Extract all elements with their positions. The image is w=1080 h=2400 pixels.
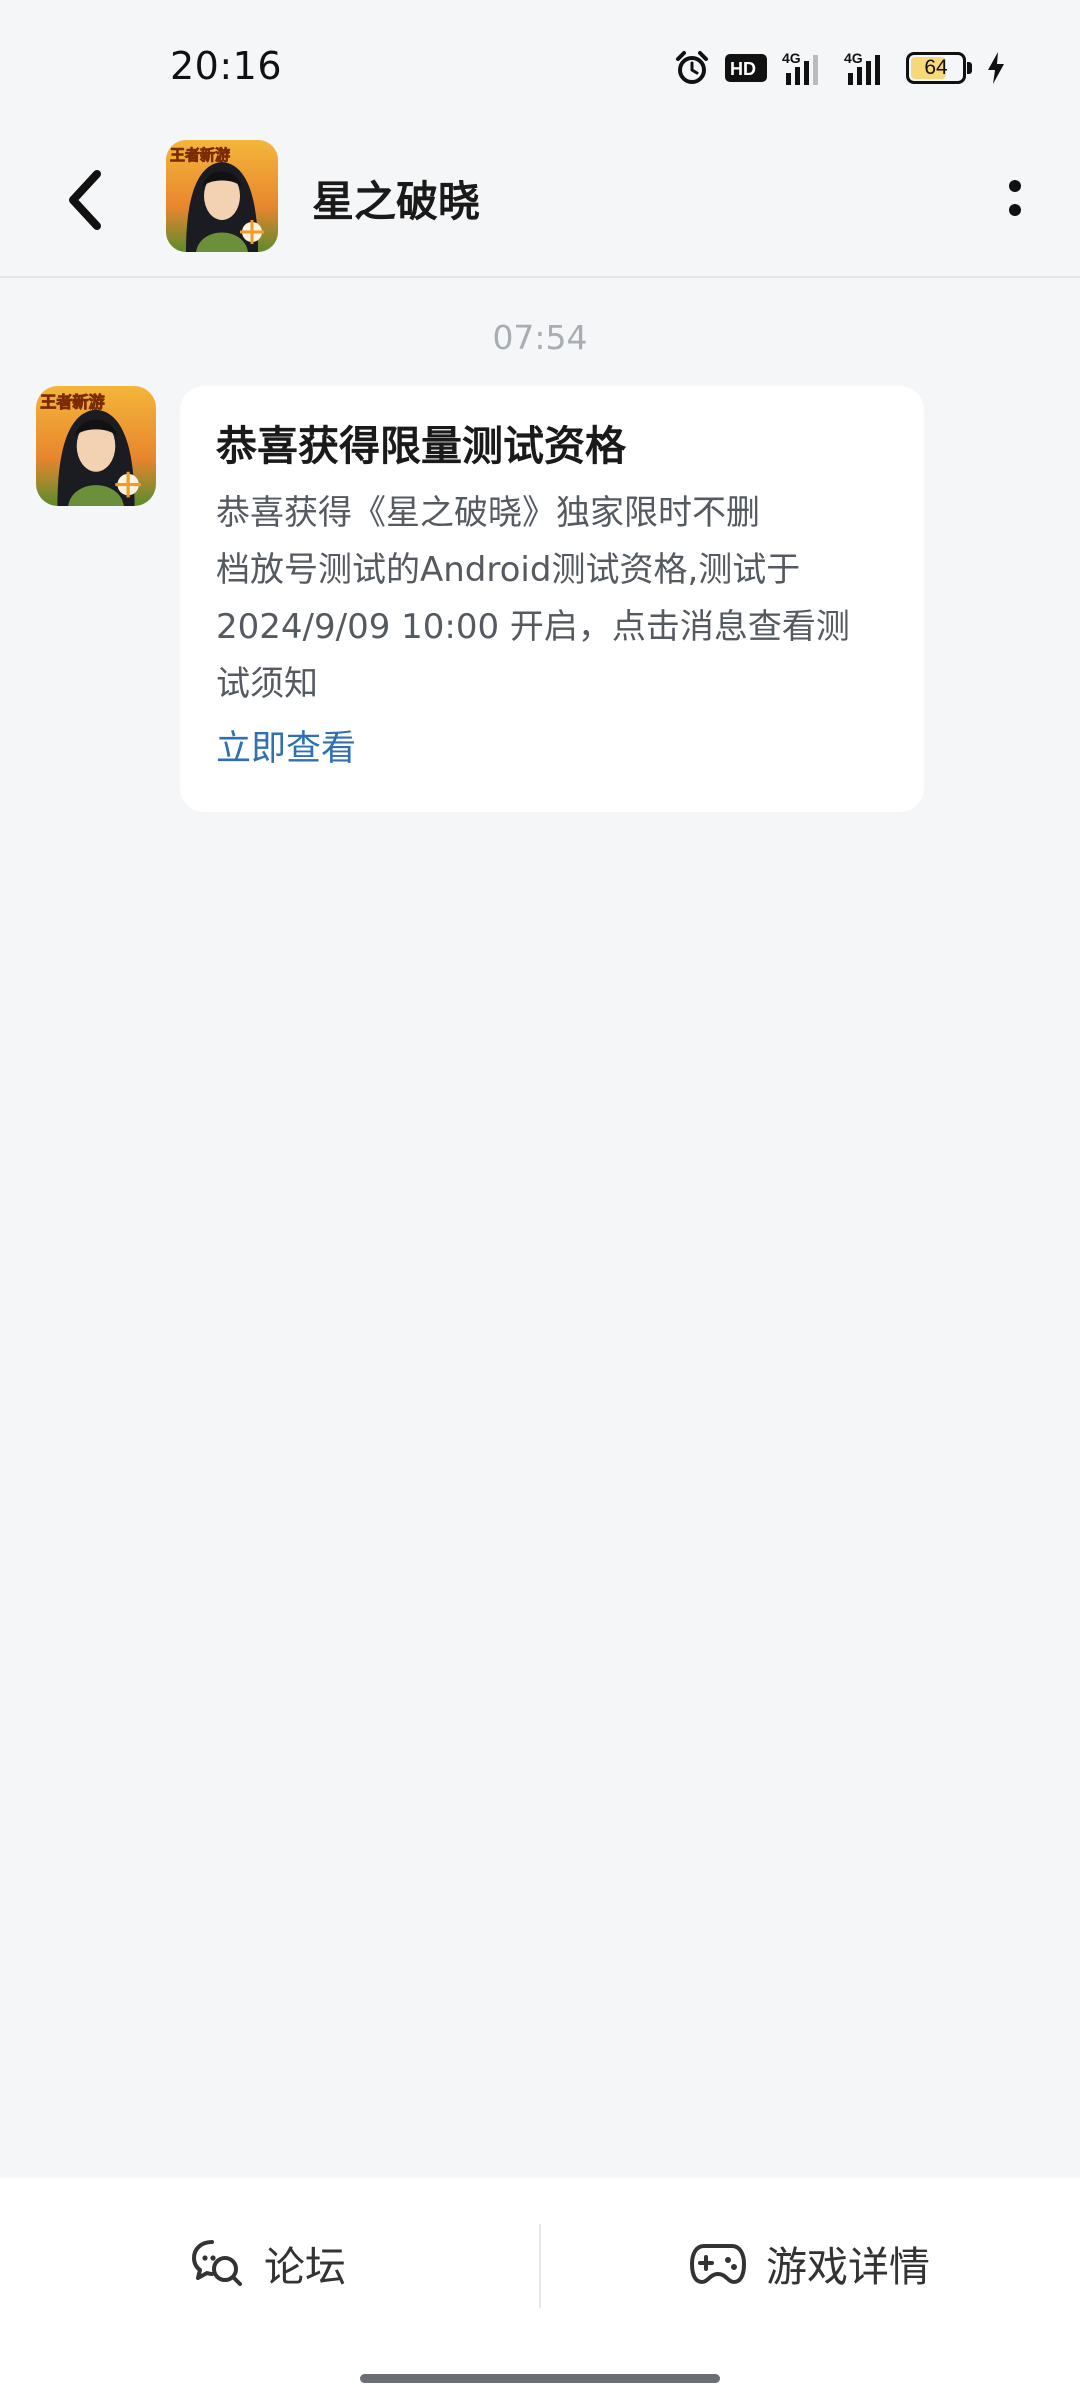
forum-button[interactable]: 论坛: [190, 2208, 346, 2318]
forum-label: 论坛: [264, 2243, 346, 2291]
sender-avatar[interactable]: 王者新游: [36, 386, 156, 506]
alarm-icon: [676, 51, 708, 84]
chat-title: 星之破晓: [312, 177, 481, 226]
back-button[interactable]: [52, 158, 118, 242]
forum-icon: [192, 2240, 242, 2286]
game-icon: 王者新游: [166, 140, 278, 252]
game-avatar[interactable]: 王者新游: [166, 140, 278, 252]
game-details-label: 游戏详情: [766, 2243, 930, 2291]
message-body-line: 2024/9/09 10:00 开启，点击消息查看测: [216, 607, 850, 648]
game-details-button[interactable]: 游戏详情: [690, 2208, 930, 2318]
message-body-line: 档放号测试的Android测试资格,测试于: [216, 550, 801, 591]
avatar-badge: 王者新游: [40, 392, 104, 411]
network-label-2: 4G: [844, 50, 863, 66]
game-icon: 王者新游: [36, 386, 156, 506]
chevron-left-icon: [69, 170, 101, 230]
more-button[interactable]: [980, 158, 1050, 238]
chat-header: 王者新游 星之破晓: [0, 130, 1080, 278]
status-time: 20:16: [170, 44, 283, 88]
more-dot-icon: [1009, 180, 1021, 192]
signal-4g-icon: 4G: [844, 50, 880, 85]
status-icons: HD 4G 4G 64: [674, 48, 1006, 88]
battery-icon: 64: [906, 52, 972, 84]
message-body: 恭喜获得《星之破晓》独家限时不删 档放号测试的Android测试资格,测试于 2…: [216, 485, 888, 713]
network-label-1: 4G: [782, 50, 801, 66]
screen: 20:16 HD 4G 4G 64 王者新游 星之破晓 07:54 王者新游 恭…: [0, 0, 1080, 2400]
bottom-bar: 论坛 游戏详情: [0, 2178, 1080, 2400]
message-body-line: 试须知: [216, 664, 318, 705]
hd-icon: HD: [725, 54, 767, 82]
message-title: 恭喜获得限量测试资格: [216, 422, 626, 470]
hd-label: HD: [730, 59, 756, 79]
charging-icon: [988, 52, 1004, 84]
battery-level: 64: [924, 56, 948, 79]
message-card[interactable]: 恭喜获得限量测试资格 恭喜获得《星之破晓》独家限时不删 档放号测试的Androi…: [180, 386, 924, 812]
message-timestamp: 07:54: [492, 318, 588, 357]
avatar-badge: 王者新游: [170, 146, 230, 164]
gamepad-icon: [690, 2244, 746, 2284]
signal-4g-icon: 4G: [782, 50, 818, 85]
status-bar: 20:16 HD 4G 4G 64: [0, 0, 1080, 130]
bottom-divider: [539, 2224, 541, 2308]
more-dot-icon: [1009, 204, 1021, 216]
message-body-line: 恭喜获得《星之破晓》独家限时不删: [216, 493, 760, 534]
view-now-link[interactable]: 立即查看: [216, 727, 888, 773]
home-indicator[interactable]: [360, 2374, 720, 2383]
